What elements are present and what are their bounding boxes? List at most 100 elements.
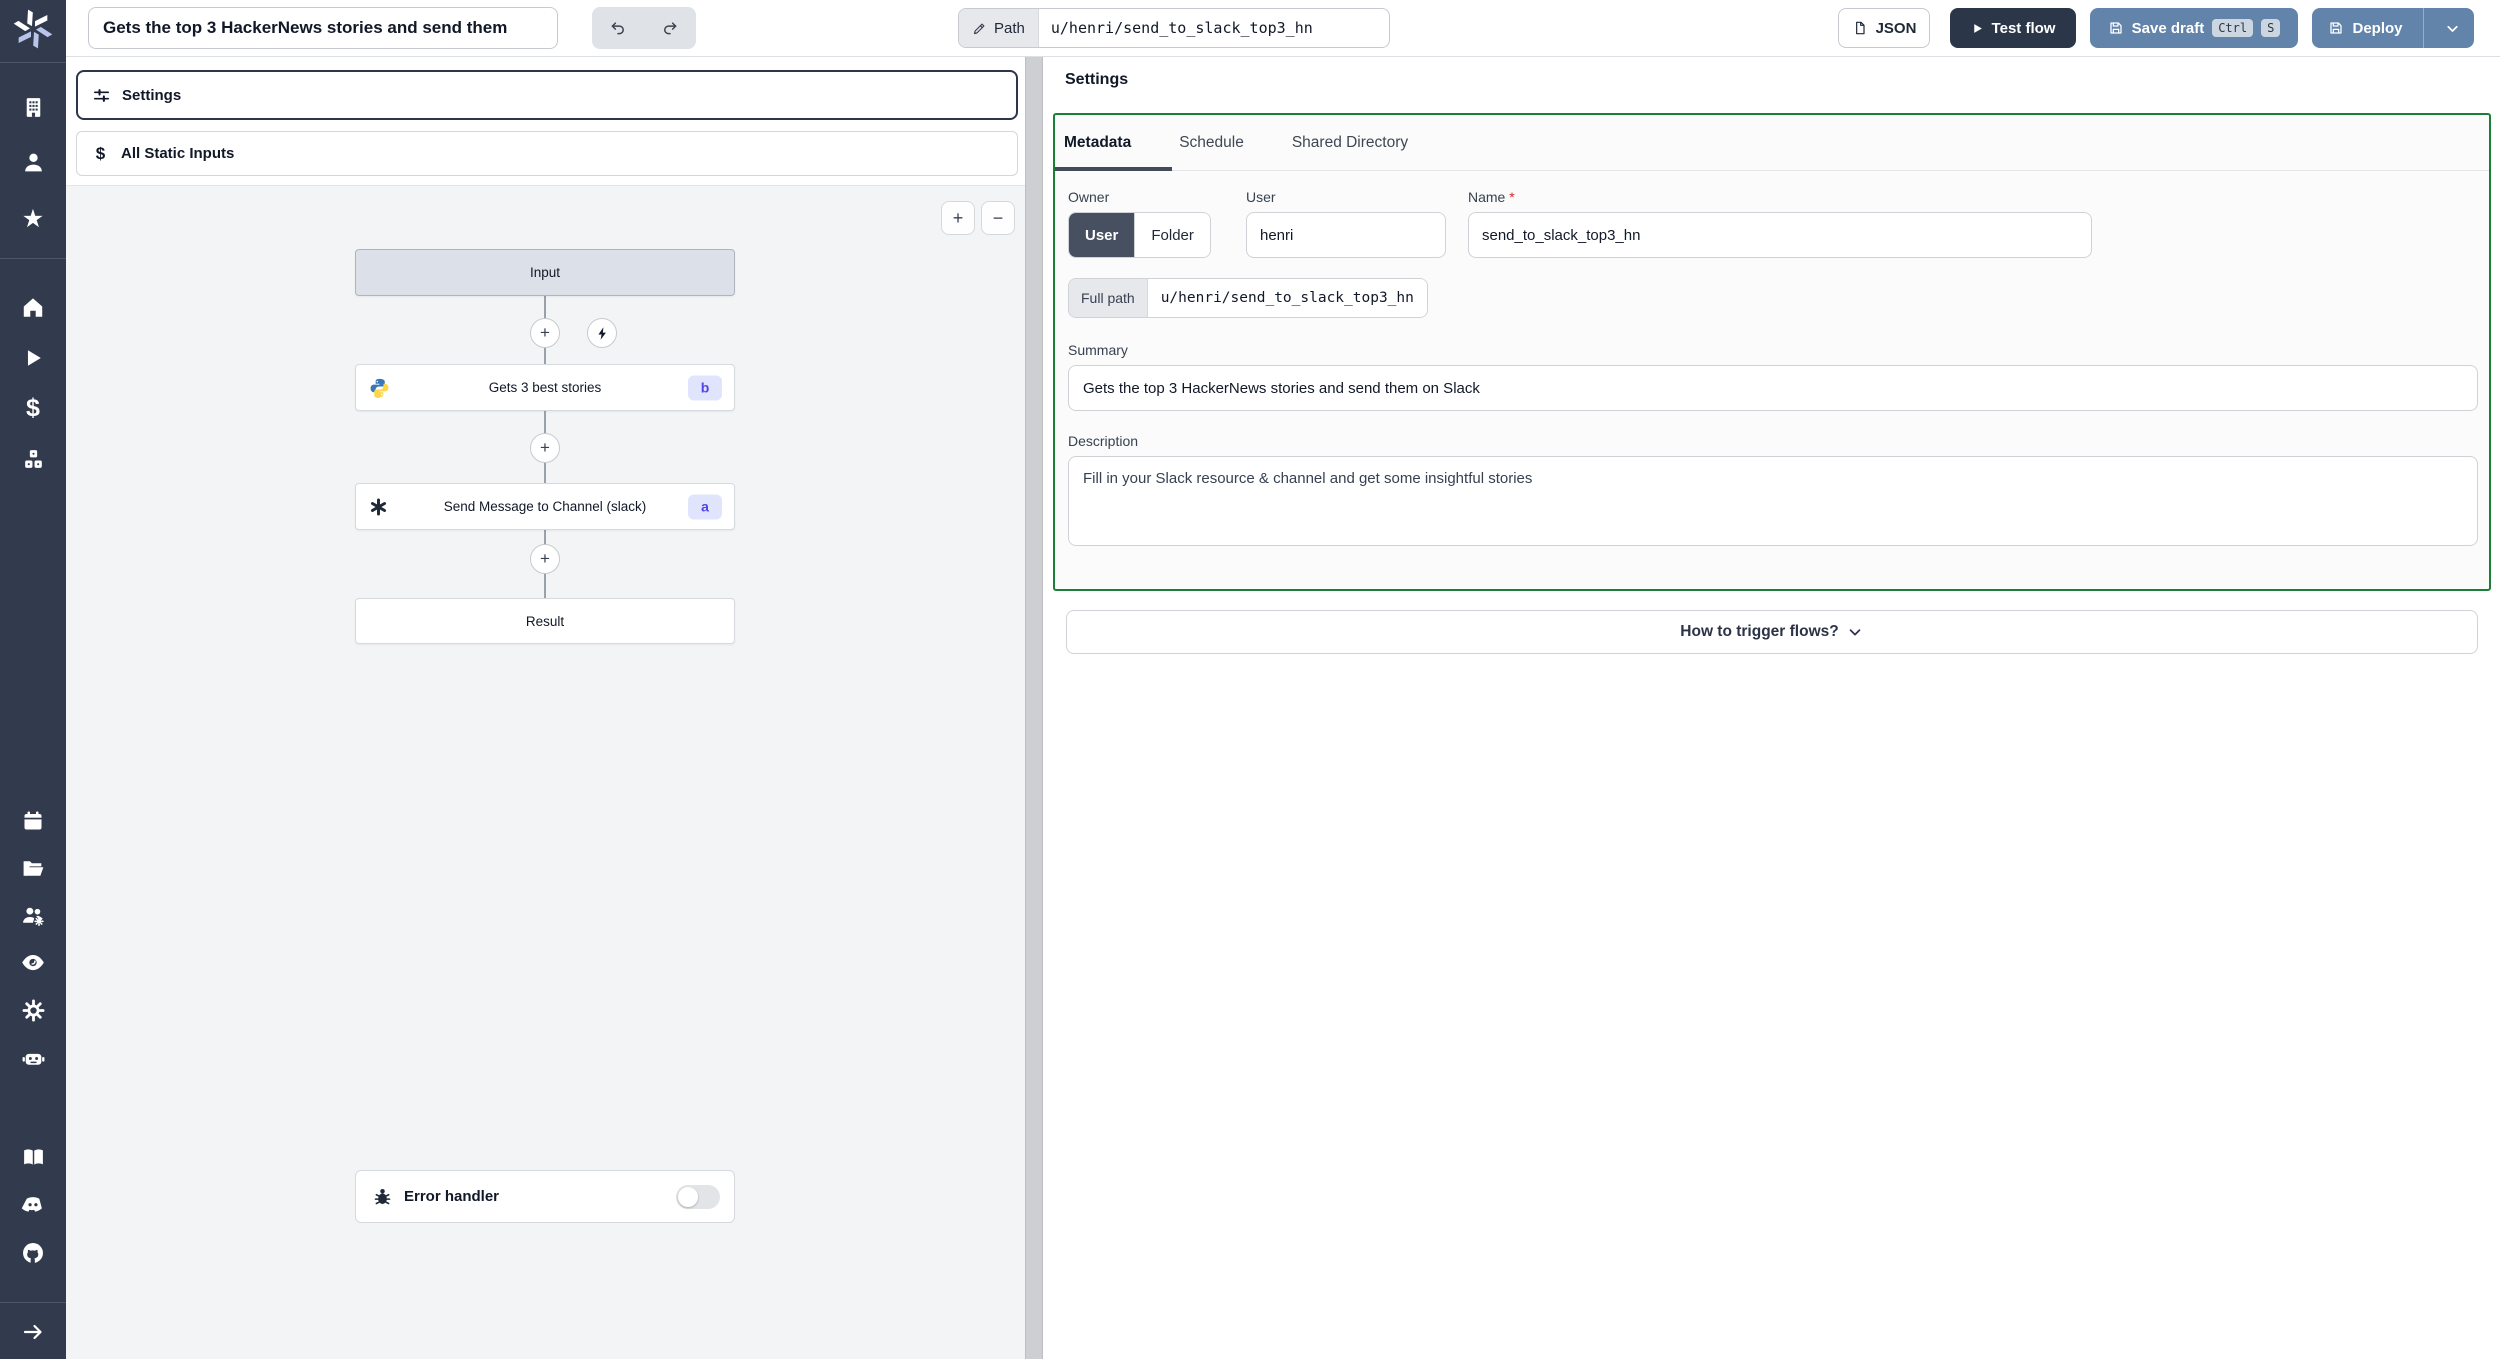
groups-users-gear-icon[interactable] [19, 901, 47, 929]
redo-button[interactable] [644, 7, 696, 49]
how-to-trigger-flows-button[interactable]: How to trigger flows? [1066, 610, 2478, 654]
robot-icon[interactable] [19, 1044, 47, 1072]
docs-book-icon[interactable] [19, 1143, 47, 1171]
undo-button[interactable] [592, 7, 644, 49]
tab-schedule[interactable]: Schedule [1177, 134, 1246, 152]
play-icon [1973, 23, 1982, 33]
metadata-box: Metadata Schedule Shared Directory Owner… [1053, 113, 2491, 591]
description-label: Description [1068, 433, 1139, 449]
github-icon[interactable] [19, 1239, 47, 1267]
trigger-button-label: How to trigger flows? [1680, 623, 1839, 640]
save-icon [2110, 22, 2122, 34]
deploy-label: Deploy [2352, 19, 2403, 37]
chevron-down-icon [2447, 25, 2458, 32]
active-tab-underline [1055, 167, 1172, 171]
sidebar-divider [0, 1302, 66, 1303]
audit-eye-icon[interactable] [19, 948, 47, 976]
kbd-ctrl: Ctrl [2212, 19, 2254, 37]
toggle-knob [678, 1186, 698, 1207]
error-handler-label: Error handler [404, 1188, 500, 1205]
test-flow-button[interactable]: Test flow [1950, 8, 2076, 48]
flow-node-step-b[interactable]: Gets 3 best stories b [355, 364, 735, 411]
resources-cubes-icon[interactable] [19, 445, 47, 473]
sidebar-divider [0, 62, 66, 63]
owner-label: Owner [1068, 189, 1110, 205]
deploy-dropdown-button[interactable] [2432, 8, 2474, 48]
node-label: Input [529, 265, 561, 280]
settings-panel: Settings Metadata Schedule Shared Direct… [1043, 57, 2500, 1359]
flow-node-step-a[interactable]: Send Message to Channel (slack) a [355, 483, 735, 530]
metadata-content: Owner User Folder User Name * [1055, 171, 2489, 569]
topbar: Path u/henri/send_to_slack_top3_hn JSON … [66, 0, 2500, 57]
zoom-in-button[interactable]: + [941, 201, 975, 235]
node-label: Gets 3 best stories [488, 380, 602, 395]
path-chip: Path [959, 9, 1039, 47]
collapse-arrow-right-icon[interactable] [19, 1318, 47, 1346]
owner-segmented-control: User Folder [1068, 212, 1211, 258]
add-step-button[interactable]: + [530, 318, 560, 348]
kbd-s: S [2261, 19, 2281, 37]
add-step-button[interactable]: + [530, 433, 560, 463]
settings-tabbar: Metadata Schedule Shared Directory [1055, 115, 2489, 171]
name-input[interactable] [1468, 212, 2092, 258]
user-input[interactable] [1246, 212, 1446, 258]
lightning-icon [597, 326, 606, 340]
full-path-label: Full path [1069, 279, 1148, 317]
tab-metadata[interactable]: Metadata [1062, 134, 1133, 152]
summary-input[interactable] [1068, 365, 2478, 411]
deploy-button[interactable]: Deploy [2312, 8, 2414, 48]
flow-node-result[interactable]: Result [355, 598, 735, 644]
windmill-logo-icon[interactable] [13, 9, 53, 49]
user-icon[interactable] [19, 148, 47, 176]
test-flow-label: Test flow [1991, 19, 2056, 37]
user-label: User [1246, 189, 1276, 205]
path-value: u/henri/send_to_slack_top3_hn [1050, 19, 1313, 37]
variables-dollar-icon[interactable]: $ [19, 394, 47, 422]
add-step-button[interactable]: + [530, 544, 560, 574]
folders-icon[interactable] [19, 854, 47, 882]
flow-settings-label: Settings [122, 86, 182, 104]
error-handler-toggle[interactable] [676, 1184, 720, 1209]
node-label: Send Message to Channel (slack) [443, 499, 647, 514]
schedules-calendar-icon[interactable] [19, 807, 47, 835]
full-path-display: Full path u/henri/send_to_slack_top3_hn [1068, 278, 1428, 318]
error-handler-node[interactable]: Error handler [355, 1170, 735, 1223]
chevron-down-icon [1849, 629, 1861, 636]
panel-resize-splitter[interactable] [1025, 57, 1043, 1359]
dollar-icon: $ [95, 143, 106, 163]
undo-icon [611, 22, 624, 35]
settings-gear-icon[interactable] [19, 996, 47, 1024]
home-icon[interactable] [19, 293, 47, 321]
description-textarea[interactable]: Fill in your Slack resource & channel an… [1068, 456, 2478, 546]
tab-shared-directory[interactable]: Shared Directory [1290, 134, 1410, 152]
all-static-inputs-button[interactable]: $ All Static Inputs [76, 131, 1018, 176]
deploy-button-group: Deploy [2312, 8, 2474, 48]
step-id-badge: b [688, 375, 722, 400]
runs-play-icon[interactable] [19, 344, 47, 372]
flow-panel: Settings $ All Static Inputs + − Input +… [66, 57, 1025, 1359]
undo-redo-group [592, 7, 696, 49]
star-icon[interactable]: ★ [19, 205, 47, 233]
path-field[interactable]: Path u/henri/send_to_slack_top3_hn [958, 8, 1390, 48]
deploy-divider [2422, 8, 2424, 48]
save-icon [2330, 22, 2343, 34]
json-file-icon [1855, 21, 1865, 35]
zoom-out-button[interactable]: − [981, 201, 1015, 235]
bug-icon [374, 1188, 391, 1205]
json-button-label: JSON [1875, 19, 1917, 37]
name-label: Name * [1468, 189, 1515, 205]
flow-title-input[interactable] [88, 7, 558, 49]
owner-option-user[interactable]: User [1069, 213, 1135, 257]
json-button[interactable]: JSON [1838, 8, 1930, 48]
save-draft-button[interactable]: Save draft Ctrl S [2090, 8, 2298, 48]
path-chip-label: Path [994, 19, 1025, 37]
workspace-building-icon[interactable] [19, 93, 47, 121]
save-draft-label: Save draft [2131, 19, 2205, 37]
settings-heading: Settings [1065, 71, 1129, 88]
flow-settings-button[interactable]: Settings [76, 70, 1018, 120]
owner-option-folder[interactable]: Folder [1134, 213, 1210, 257]
add-trigger-button[interactable] [587, 318, 617, 348]
node-label: Result [525, 613, 565, 629]
flow-node-input[interactable]: Input [355, 249, 735, 296]
discord-icon[interactable] [19, 1191, 47, 1219]
